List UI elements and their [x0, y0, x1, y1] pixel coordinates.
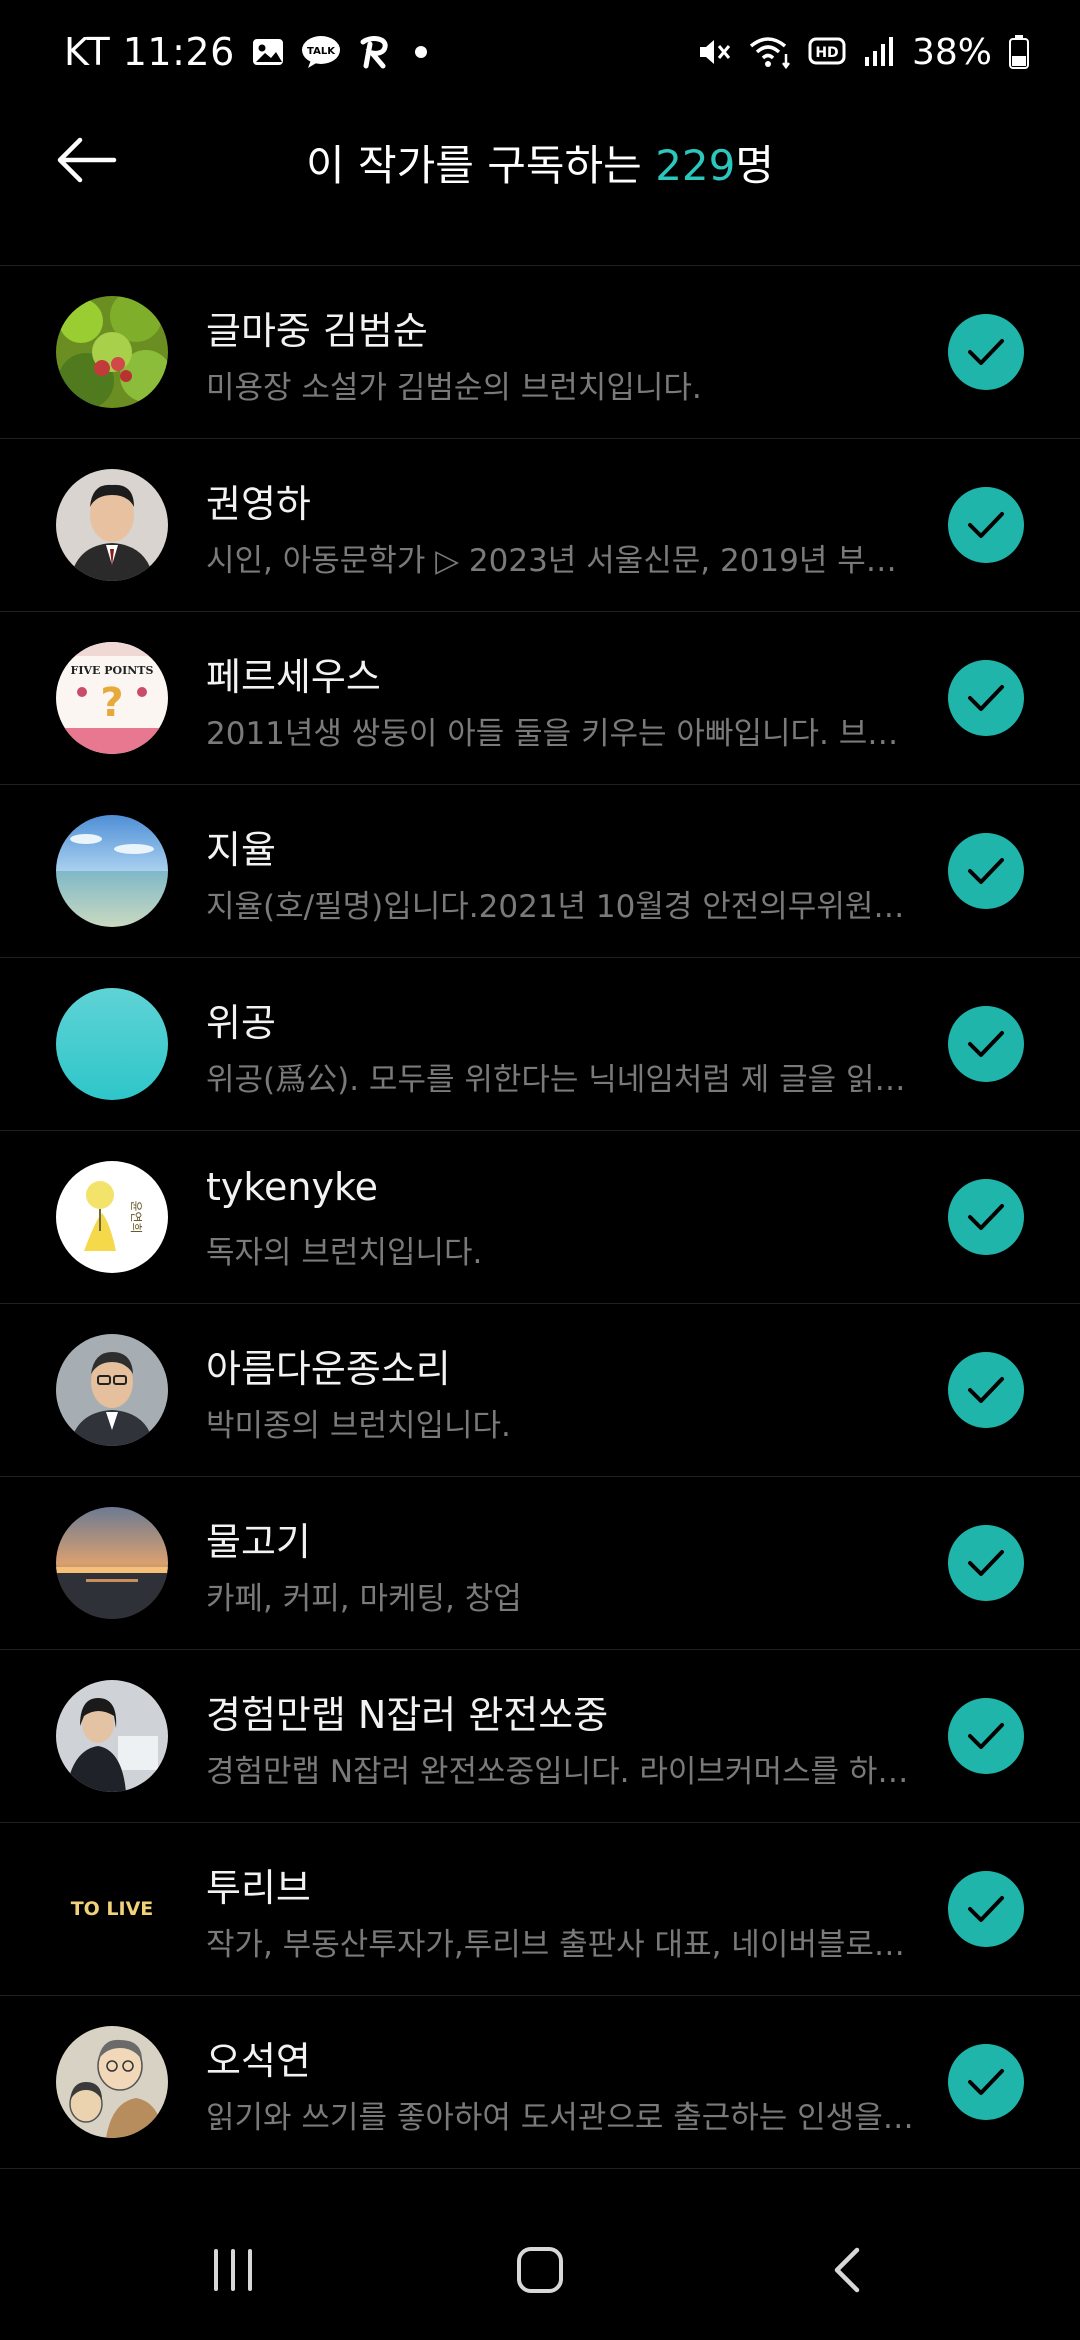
carrier-time: KT 11:26 [64, 30, 235, 74]
author-description: 박미종의 브런치입니다. [206, 1408, 511, 1444]
five-points-text: FIVE POINTS [71, 664, 154, 677]
list-item[interactable]: FIVE POINTS ? 페르세우스 2011년생 쌍둥이 아들 둘을 키우는… [0, 612, 1080, 785]
title-suffix: 명 [735, 141, 774, 190]
talk-icon: TALK [301, 35, 341, 69]
list-item[interactable]: 글마중 김범순 미용장 소설가 김범순의 브런치입니다. [0, 266, 1080, 439]
subscribed-check-button[interactable] [948, 1871, 1024, 1947]
author-description: 독자의 브런치입니다. [206, 1235, 483, 1271]
subscribed-check-button[interactable] [948, 1352, 1024, 1428]
avatar[interactable]: FIVE POINTS ? [56, 642, 168, 754]
author-name: 아름다운종소리 [206, 1347, 451, 1391]
check-icon [968, 339, 1004, 365]
subscribed-check-button[interactable] [948, 1179, 1024, 1255]
check-icon [968, 1377, 1004, 1403]
subscriber-list: 글마중 김범순 미용장 소설가 김범순의 브런치입니다. 권영하 시인, 아동문… [0, 265, 1080, 2169]
author-name: 글마중 김범순 [206, 309, 428, 353]
author-name: 물고기 [206, 1520, 311, 1564]
subscribed-check-button[interactable] [948, 833, 1024, 909]
recent-apps-icon [214, 2249, 253, 2291]
status-bar: KT 11:26 TALK HD 38% [0, 0, 1080, 104]
status-right: HD 38% [696, 32, 1030, 73]
title-prefix: 이 작가를 구독하는 [306, 141, 656, 190]
check-icon [968, 512, 1004, 538]
subscribed-check-button[interactable] [948, 1006, 1024, 1082]
system-nav-bar [0, 2200, 1080, 2340]
list-item[interactable]: 아름다운종소리 박미종의 브런치입니다. [0, 1304, 1080, 1477]
tykenyke-avatar-text: 윤연희 [129, 1200, 143, 1233]
check-icon [968, 2069, 1004, 2095]
subscribed-check-button[interactable] [948, 1698, 1024, 1774]
author-description: 2011년생 쌍둥이 아들 둘을 키우는 아빠입니다. 브런치에 글을 씁니다 [206, 716, 914, 752]
wifi-icon [748, 34, 792, 70]
author-description: 미용장 소설가 김범순의 브런치입니다. [206, 370, 702, 406]
svg-text:TALK: TALK [307, 46, 336, 57]
author-name: 투리브 [206, 1866, 311, 1910]
subscribed-check-button[interactable] [948, 660, 1024, 736]
recent-apps-button[interactable] [173, 2220, 293, 2320]
svg-text:?: ? [100, 680, 123, 726]
list-item[interactable]: TO LIVE 투리브 작가, 부동산투자가,투리브 출판사 대표, 네이버블로… [0, 1823, 1080, 1996]
notification-dot [414, 46, 427, 58]
author-name: 지율 [206, 828, 276, 872]
avatar[interactable] [56, 2026, 168, 2138]
battery-percent: 38% [911, 31, 992, 73]
subscribed-check-button[interactable] [948, 487, 1024, 563]
author-name: 경험만랩 N잡러 완전쏘중 [206, 1693, 609, 1737]
author-description: 읽기와 쓰기를 좋아하여 도서관으로 출근하는 인생을 살고 있습니다 [206, 2100, 914, 2136]
check-icon [968, 685, 1004, 711]
subscribed-check-button[interactable] [948, 1525, 1024, 1601]
battery-icon [1008, 34, 1030, 70]
list-item[interactable]: 위공 위공(爲公). 모두를 위한다는 닉네임처럼 제 글을 읽는 모든 분께 [0, 958, 1080, 1131]
check-icon [968, 1204, 1004, 1230]
author-name: 권영하 [206, 482, 311, 526]
back-icon [834, 2247, 859, 2293]
tolive-avatar-text: TO LIVE [71, 1898, 154, 1920]
hd-icon: HD [808, 37, 846, 67]
author-description: 작가, 부동산투자가,투리브 출판사 대표, 네이버블로그 운영 [206, 1927, 914, 1963]
header: 이 작가를 구독하는 229명 [0, 110, 1080, 210]
home-icon [516, 2247, 563, 2293]
list-item[interactable]: 물고기 카페, 커피, 마케팅, 창업 [0, 1477, 1080, 1650]
check-icon [968, 858, 1004, 884]
list-item[interactable]: 윤연희 tykenyke 독자의 브런치입니다. [0, 1131, 1080, 1304]
gallery-icon [251, 35, 285, 69]
mute-icon [696, 34, 732, 70]
avatar[interactable]: TO LIVE [56, 1853, 168, 1965]
system-back-button[interactable] [787, 2220, 907, 2320]
author-name: 위공 [206, 1001, 276, 1045]
check-icon [968, 1550, 1004, 1576]
r-app-icon [357, 34, 393, 70]
author-description: 경험만랩 N잡러 완전쏘중입니다. 라이브커머스를 하고 있습니다 [206, 1754, 914, 1790]
subscribed-check-button[interactable] [948, 2044, 1024, 2120]
list-item[interactable]: 지율 지율(호/필명)입니다.2021년 10월경 안전의무위원회 활동을 시작 [0, 785, 1080, 958]
svg-text:HD: HD [815, 45, 838, 61]
check-icon [968, 1723, 1004, 1749]
avatar[interactable]: 윤연희 [56, 1161, 168, 1273]
status-left: KT 11:26 TALK [64, 30, 427, 74]
list-item[interactable]: 권영하 시인, 아동문학가 ▷ 2023년 서울신문, 2019년 부산일보 신… [0, 439, 1080, 612]
avatar[interactable] [56, 1334, 168, 1446]
signal-icon [862, 35, 896, 69]
author-description: 위공(爲公). 모두를 위한다는 닉네임처럼 제 글을 읽는 모든 분께 [206, 1062, 914, 1098]
check-icon [968, 1031, 1004, 1057]
avatar[interactable] [56, 1680, 168, 1792]
author-description: 시인, 아동문학가 ▷ 2023년 서울신문, 2019년 부산일보 신춘문예 … [206, 543, 914, 579]
subscribed-check-button[interactable] [948, 314, 1024, 390]
page-title: 이 작가를 구독하는 229명 [0, 132, 1080, 193]
list-item[interactable]: 오석연 읽기와 쓰기를 좋아하여 도서관으로 출근하는 인생을 살고 있습니다 [0, 1996, 1080, 2169]
author-name: tykenyke [206, 1165, 379, 1209]
avatar[interactable] [56, 1507, 168, 1619]
author-name: 오석연 [206, 2039, 311, 2083]
author-description: 카페, 커피, 마케팅, 창업 [206, 1581, 522, 1617]
author-name: 페르세우스 [206, 655, 381, 699]
avatar[interactable] [56, 815, 168, 927]
author-description: 지율(호/필명)입니다.2021년 10월경 안전의무위원회 활동을 시작 [206, 889, 914, 925]
list-item[interactable]: 경험만랩 N잡러 완전쏘중 경험만랩 N잡러 완전쏘중입니다. 라이브커머스를 … [0, 1650, 1080, 1823]
avatar[interactable] [56, 296, 168, 408]
subscriber-count: 229 [655, 141, 736, 190]
home-button[interactable] [480, 2220, 600, 2320]
avatar[interactable] [56, 469, 168, 581]
avatar[interactable] [56, 988, 168, 1100]
check-icon [968, 1896, 1004, 1922]
